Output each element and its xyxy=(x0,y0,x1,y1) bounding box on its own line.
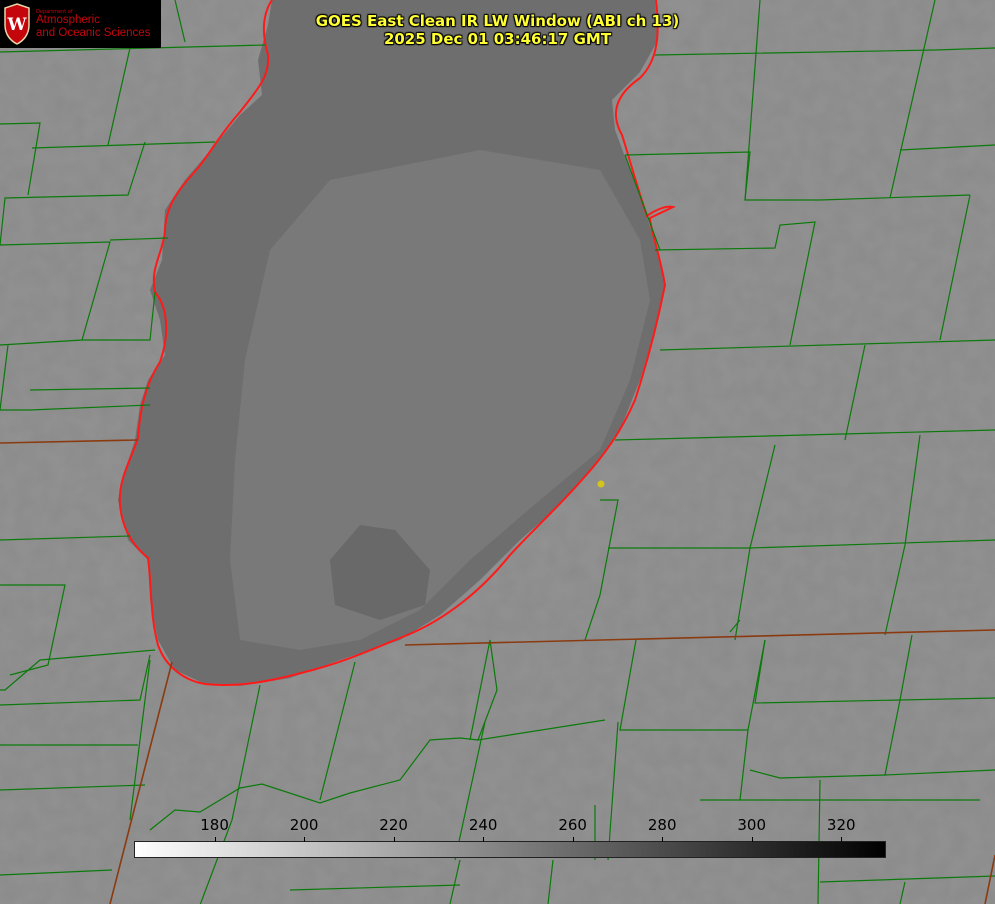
uw-aos-logo: W Department of Atmospheric and Oceanic … xyxy=(0,0,161,48)
colorbar-tick-mark xyxy=(483,837,485,842)
colorbar-tick-mark xyxy=(304,837,306,842)
colorbar-tick-label: 320 xyxy=(826,816,856,834)
uw-crest-icon: W xyxy=(4,3,30,45)
colorbar-tick-mark xyxy=(393,837,395,842)
crest-letter: W xyxy=(6,15,27,35)
colorbar-tick-label: 280 xyxy=(647,816,677,834)
satellite-ir-map xyxy=(0,0,995,904)
image-timestamp: 2025 Dec 01 03:46:17 GMT xyxy=(383,30,612,48)
colorbar-tick-mark xyxy=(572,837,574,842)
colorbar-tick-label: 180 xyxy=(200,816,229,834)
logo-line-1: Atmospheric xyxy=(36,14,100,26)
colorbar-tick-mark xyxy=(662,837,664,842)
colorbar-tick-mark xyxy=(751,837,753,842)
colorbar-tick-mark xyxy=(841,837,843,842)
logo-line-2: and Oceanic Sciences xyxy=(36,27,151,39)
location-marker xyxy=(597,480,605,488)
temperature-colorbar xyxy=(134,841,886,858)
image-title: GOES East Clean IR LW Window (ABI ch 13) xyxy=(315,12,680,30)
colorbar-tick-label: 200 xyxy=(289,816,319,834)
colorbar-tick-label: 300 xyxy=(737,816,767,834)
colorbar-tick-label: 260 xyxy=(558,816,587,834)
colorbar-tick-label: 240 xyxy=(468,816,498,834)
colorbar-tick-label: 220 xyxy=(379,816,408,834)
colorbar-tick-mark xyxy=(214,837,216,842)
